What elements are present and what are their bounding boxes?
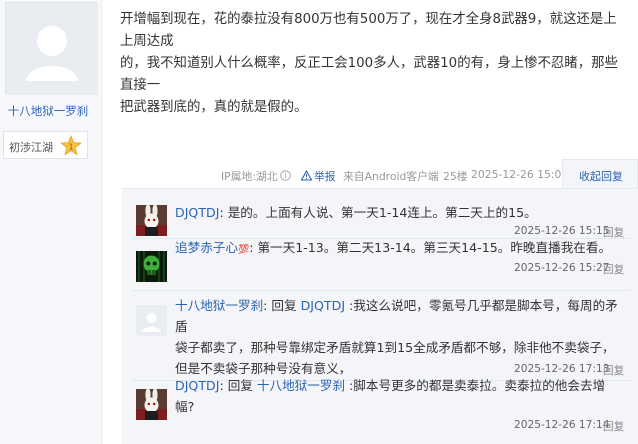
reply-username[interactable]: DJQTDJ	[175, 378, 219, 393]
reply-button[interactable]: 回复	[603, 419, 624, 434]
ip-location: IP属地:湖北	[221, 170, 278, 183]
post-meta-bar: IP属地:湖北 举报 来自Android客户端 25楼 2025-12-26 1…	[0, 165, 638, 185]
reply-target-user[interactable]: DJQTDJ	[301, 298, 345, 313]
level-star-icon: 1	[60, 135, 82, 156]
reply-content: :脚本号更多的都是卖泰拉。卖泰拉的他会去增	[345, 378, 606, 393]
reply-time: 2025-12-26 17:14	[514, 419, 610, 431]
reply-button[interactable]: 回复	[603, 262, 624, 277]
rabbit-avatar-icon	[136, 205, 167, 236]
reply-content: 第一天1-13。第二天13-14。第三天14-15。昨晚直播我在看。	[257, 240, 612, 255]
reply-content: 是的。上面有人说、第一天1-14连上。第二天上的15。	[227, 205, 537, 220]
level-title: 初涉江湖	[9, 141, 53, 154]
author-sidebar: 十八地狱一罗刹 初涉江湖 1	[0, 0, 102, 444]
post-time: 2025-12-26 15:07	[471, 168, 569, 181]
collapse-replies-label[interactable]: 收起回复	[579, 168, 623, 184]
reply-list: DJQTDJ: 是的。上面有人说、第一天1-14连上。第二天上的15。 2025…	[122, 188, 638, 444]
post-line: 的，我不知道别人什么概率，反正工会100多人，武器10的有，身上惨不忍睹，那些直…	[120, 56, 618, 93]
default-avatar-icon	[6, 3, 98, 95]
author-name[interactable]: 十八地狱一罗刹	[0, 103, 96, 119]
reply-content: 幅?	[175, 399, 195, 414]
reply-username[interactable]: 追梦赤子心	[175, 240, 238, 255]
reply-username[interactable]: DJQTDJ	[175, 205, 219, 220]
divider	[132, 290, 630, 291]
reply-prefix: 回复	[227, 378, 257, 393]
reply-time: 2025-12-26 15:27	[514, 262, 610, 274]
rabbit-avatar-icon	[136, 389, 167, 420]
reply-text: 追梦赤子心💯: 第一天1-13。第二天13-14。第三天14-15。昨晚直播我在…	[175, 240, 612, 255]
reply-prefix: 回复	[271, 298, 301, 313]
user-badge: 💯	[237, 245, 250, 255]
level-number: 1	[68, 143, 73, 152]
reply-text: DJQTDJ: 回复 十八地狱一罗刹 :脚本号更多的都是卖泰拉。卖泰拉的他会去增…	[175, 375, 630, 417]
report-icon[interactable]	[301, 170, 312, 181]
post-content: 开增幅到现在，花的泰拉没有800万也有500万了，现在才全身8武器9，就这还是上…	[120, 9, 630, 119]
reply-username[interactable]: 十八地狱一罗刹	[175, 298, 263, 313]
reply-avatar[interactable]	[136, 251, 167, 282]
collapse-replies-button[interactable]: 收起回复	[562, 159, 638, 189]
post-line: 开增幅到现在，花的泰拉没有800万也有500万了，现在才全身8武器9，就这还是上…	[120, 12, 617, 49]
reply-text: DJQTDJ: 是的。上面有人说、第一天1-14连上。第二天上的15。	[175, 205, 537, 220]
reply-time: 2025-12-26 17:13	[514, 363, 610, 375]
reply-avatar[interactable]	[136, 205, 167, 236]
post-line: 把武器到底的，真的就是假的。	[120, 100, 308, 115]
author-level-badge: 初涉江湖 1	[3, 131, 88, 159]
green-skull-avatar-icon	[136, 251, 167, 282]
reply-avatar[interactable]	[136, 389, 167, 420]
info-icon[interactable]	[280, 170, 291, 181]
reply-time: 2025-12-26 15:15	[514, 225, 610, 237]
client-source: 来自Android客户端	[343, 170, 439, 183]
floor-number: 25楼	[443, 170, 468, 183]
reply-target-user[interactable]: 十八地狱一罗刹	[257, 378, 345, 393]
reply-avatar[interactable]	[136, 305, 167, 336]
author-avatar[interactable]	[5, 2, 98, 95]
reply-content: 袋子都卖了，那种号靠绑定矛盾就算1到15全成矛盾都不够，除非他不卖袋子，	[175, 340, 615, 355]
default-avatar-icon	[136, 305, 167, 336]
report-link[interactable]: 举报	[314, 168, 336, 184]
